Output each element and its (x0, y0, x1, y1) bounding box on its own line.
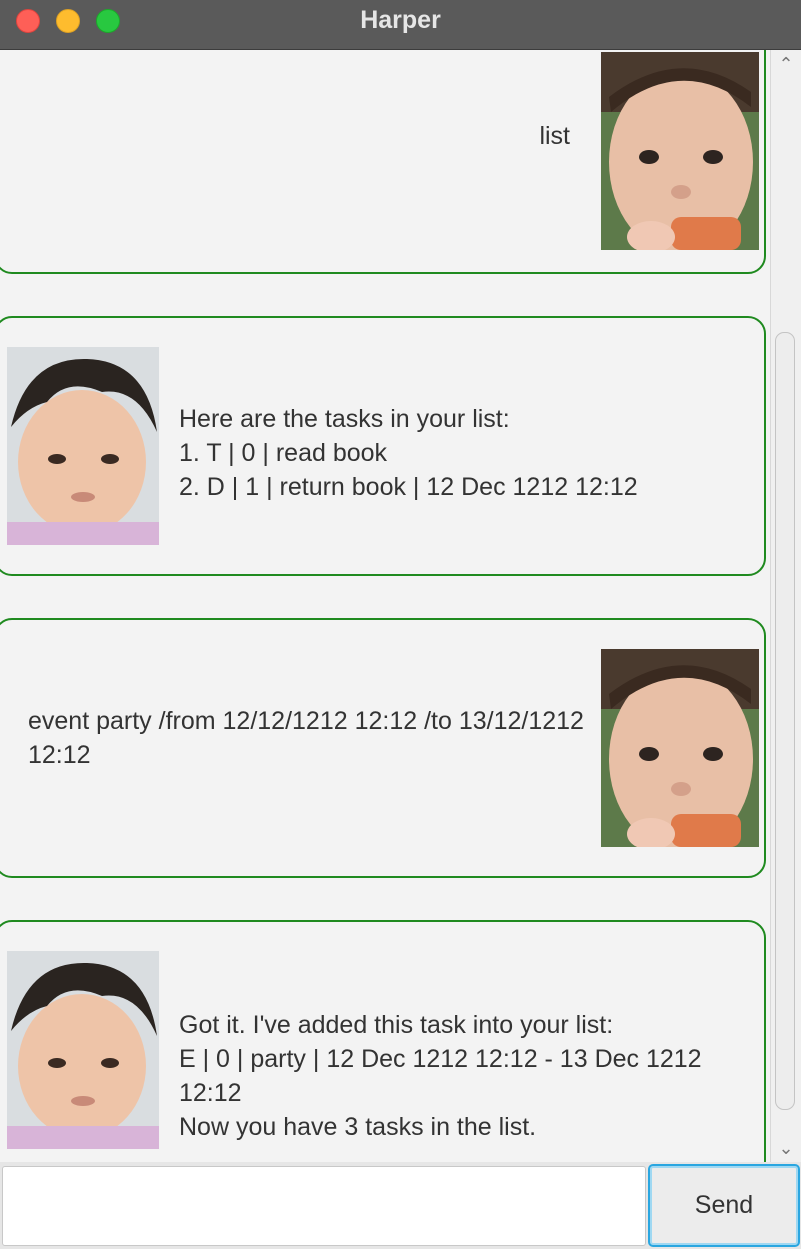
user-avatar (601, 649, 759, 847)
scroll-down-icon[interactable]: ⌄ (771, 1136, 801, 1160)
chat-scroll-area[interactable]: list Here are the tasks in your list: 1.… (0, 50, 770, 1162)
bot-avatar (7, 951, 165, 1149)
bot-message-bubble: Got it. I've added this task into your l… (0, 920, 766, 1162)
window-title: Harper (360, 6, 441, 34)
input-row: Send (0, 1162, 801, 1249)
bot-message-text: Got it. I've added this task into your l… (179, 1011, 702, 1141)
user-message-bubble: event party /from 12/12/1212 12:12 /to 1… (0, 618, 766, 878)
user-avatar (601, 52, 759, 250)
scrollbar-thumb[interactable] (775, 332, 795, 1110)
user-message-text: list (539, 122, 570, 150)
bot-message-bubble: Here are the tasks in your list: 1. T | … (0, 316, 766, 576)
scroll-up-icon[interactable]: ⌃ (771, 52, 801, 76)
message-input[interactable] (2, 1166, 646, 1246)
send-button[interactable]: Send (648, 1164, 800, 1247)
bot-avatar (7, 347, 165, 545)
user-message-bubble: list (0, 50, 766, 274)
user-message-text: event party /from 12/12/1212 12:12 /to 1… (28, 707, 584, 769)
vertical-scrollbar[interactable]: ⌃ ⌄ (770, 50, 801, 1162)
title-bar: Harper (0, 0, 801, 50)
bot-message-text: Here are the tasks in your list: 1. T | … (179, 405, 638, 501)
